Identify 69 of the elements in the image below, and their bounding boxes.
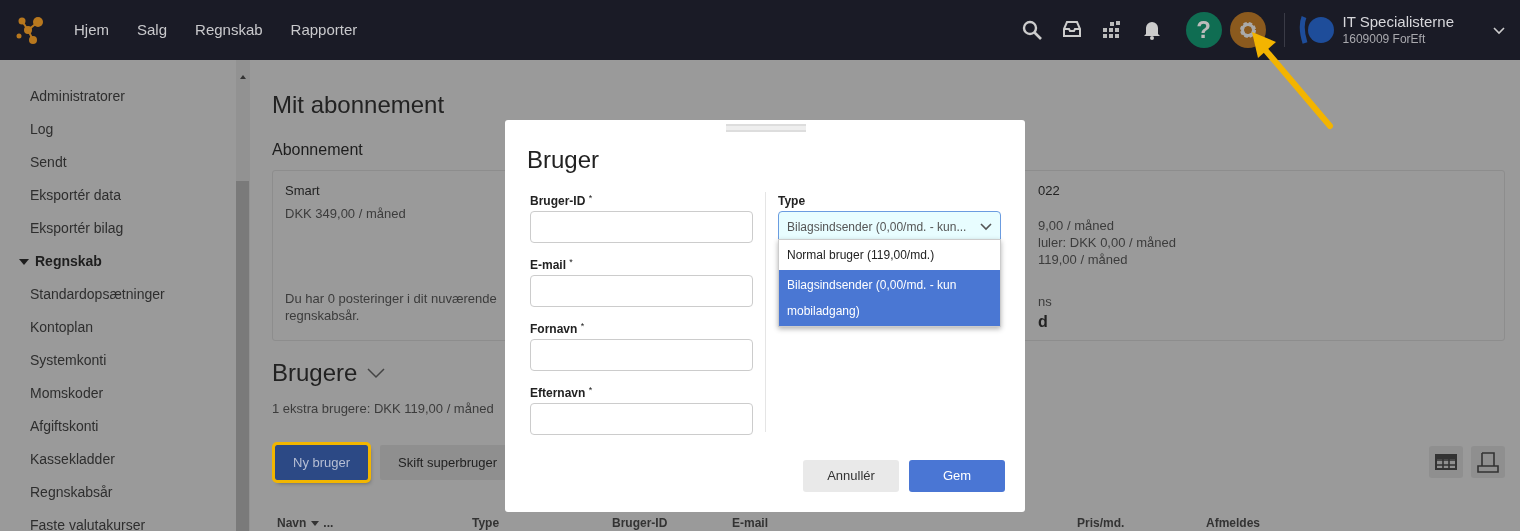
table-view-button[interactable] <box>1429 446 1463 479</box>
sidebar-item[interactable]: Momskoder <box>0 377 236 410</box>
nav-link[interactable]: Regnskab <box>195 18 263 42</box>
price-line: 9,00 / måned <box>1038 216 1115 234</box>
nav-link[interactable]: Salg <box>137 18 168 42</box>
dialog-title: Bruger <box>527 145 601 175</box>
sidebar-item[interactable]: Regnskabsår <box>0 476 236 509</box>
field-label: Bruger-ID $^{*}$ <box>530 192 594 210</box>
field-label: Efternavn $^{*}$ <box>530 384 594 402</box>
inbox-icon[interactable] <box>1061 20 1082 40</box>
print-icon <box>1477 451 1499 473</box>
column-header[interactable]: Afmeldes <box>1206 514 1286 531</box>
help-button[interactable]: ? <box>1185 12 1222 48</box>
company-name: IT Specialisterne <box>1342 13 1454 31</box>
chevron-down-icon <box>980 223 992 231</box>
sidebar-item[interactable]: Kontoplan <box>0 311 236 344</box>
postings-note: Du har 0 posteringer i dit nuværende regnskabsår. <box>285 289 498 324</box>
card-title: 022 <box>1038 182 1061 200</box>
price-line: 119,00 / måned <box>1038 250 1129 268</box>
column-header[interactable]: Bruger-ID <box>612 514 732 531</box>
column-header[interactable]: E-mail <box>732 514 1077 531</box>
chevron-down-icon[interactable] <box>1492 25 1506 35</box>
sidebar-item[interactable]: Sendt <box>0 146 236 179</box>
sidebar-item[interactable]: Afgiftskonti <box>0 410 236 443</box>
scrollbar[interactable] <box>236 60 250 531</box>
table-icon <box>1435 454 1457 471</box>
settings-button[interactable] <box>1229 12 1266 48</box>
save-button[interactable]: Gem <box>909 460 1005 492</box>
grid-icon[interactable] <box>1101 20 1122 40</box>
plan-price: DKK 349,00 / måned <box>285 204 406 222</box>
sidebar-item[interactable]: Systemkonti <box>0 344 236 377</box>
input-field[interactable] <box>530 211 753 243</box>
sidebar-item[interactable]: Standardopsætninger <box>0 278 236 311</box>
print-button[interactable] <box>1471 446 1505 479</box>
field-label: Type <box>778 193 807 210</box>
input-field[interactable] <box>530 403 753 435</box>
page-title: Mit abonnement <box>272 90 446 120</box>
sidebar-group[interactable]: Regnskab <box>0 245 236 278</box>
logo[interactable] <box>16 16 44 44</box>
sidebar-item[interactable]: Log <box>0 113 236 146</box>
sidebar-item[interactable]: Eksportér bilag <box>0 212 236 245</box>
users-summary: 1 ekstra brugere: DKK 119,00 / måned <box>272 400 494 418</box>
sidebar-item[interactable]: Faste valutakurser <box>0 509 236 531</box>
new-user-button[interactable]: Ny bruger <box>275 444 369 480</box>
nav-link[interactable]: Rapporter <box>290 18 358 42</box>
input-field[interactable] <box>530 275 753 307</box>
column-header[interactable]: Pris/md. <box>1077 514 1206 531</box>
settings-icon <box>1237 20 1258 40</box>
input-field[interactable] <box>530 339 753 371</box>
field-label: Fornavn $^{*}$ <box>530 320 586 338</box>
sidebar-item[interactable]: Administratorer <box>0 80 236 113</box>
column-header[interactable]: Navn ... <box>272 514 472 531</box>
dropdown-option[interactable]: Normal bruger (119,00/md.) <box>779 240 1000 270</box>
field-label: ns <box>1038 292 1053 310</box>
column-header[interactable]: Type <box>472 514 612 531</box>
sidebar-item[interactable]: Kassekladder <box>0 443 236 476</box>
field-value: d <box>1038 311 1049 332</box>
dropdown-option[interactable]: Bilagsindsender (0,00/md. - kun mobiladgang) <box>779 270 1000 326</box>
caret-icon <box>19 258 29 265</box>
sidebar-item[interactable]: Eksportér data <box>0 179 236 212</box>
drag-handle[interactable] <box>726 124 806 132</box>
plan-name: Smart <box>285 182 320 200</box>
nav-link[interactable]: Hjem <box>74 18 109 42</box>
price-line: luler: DKK 0,00 / måned <box>1038 233 1178 251</box>
search-icon[interactable] <box>1021 20 1042 40</box>
cancel-button[interactable]: Annullér <box>803 460 899 492</box>
field-label: E-mail $^{*}$ <box>530 256 574 274</box>
company-subtitle: 1609009 ForEft <box>1342 31 1427 47</box>
section-heading: Brugere <box>272 358 358 388</box>
